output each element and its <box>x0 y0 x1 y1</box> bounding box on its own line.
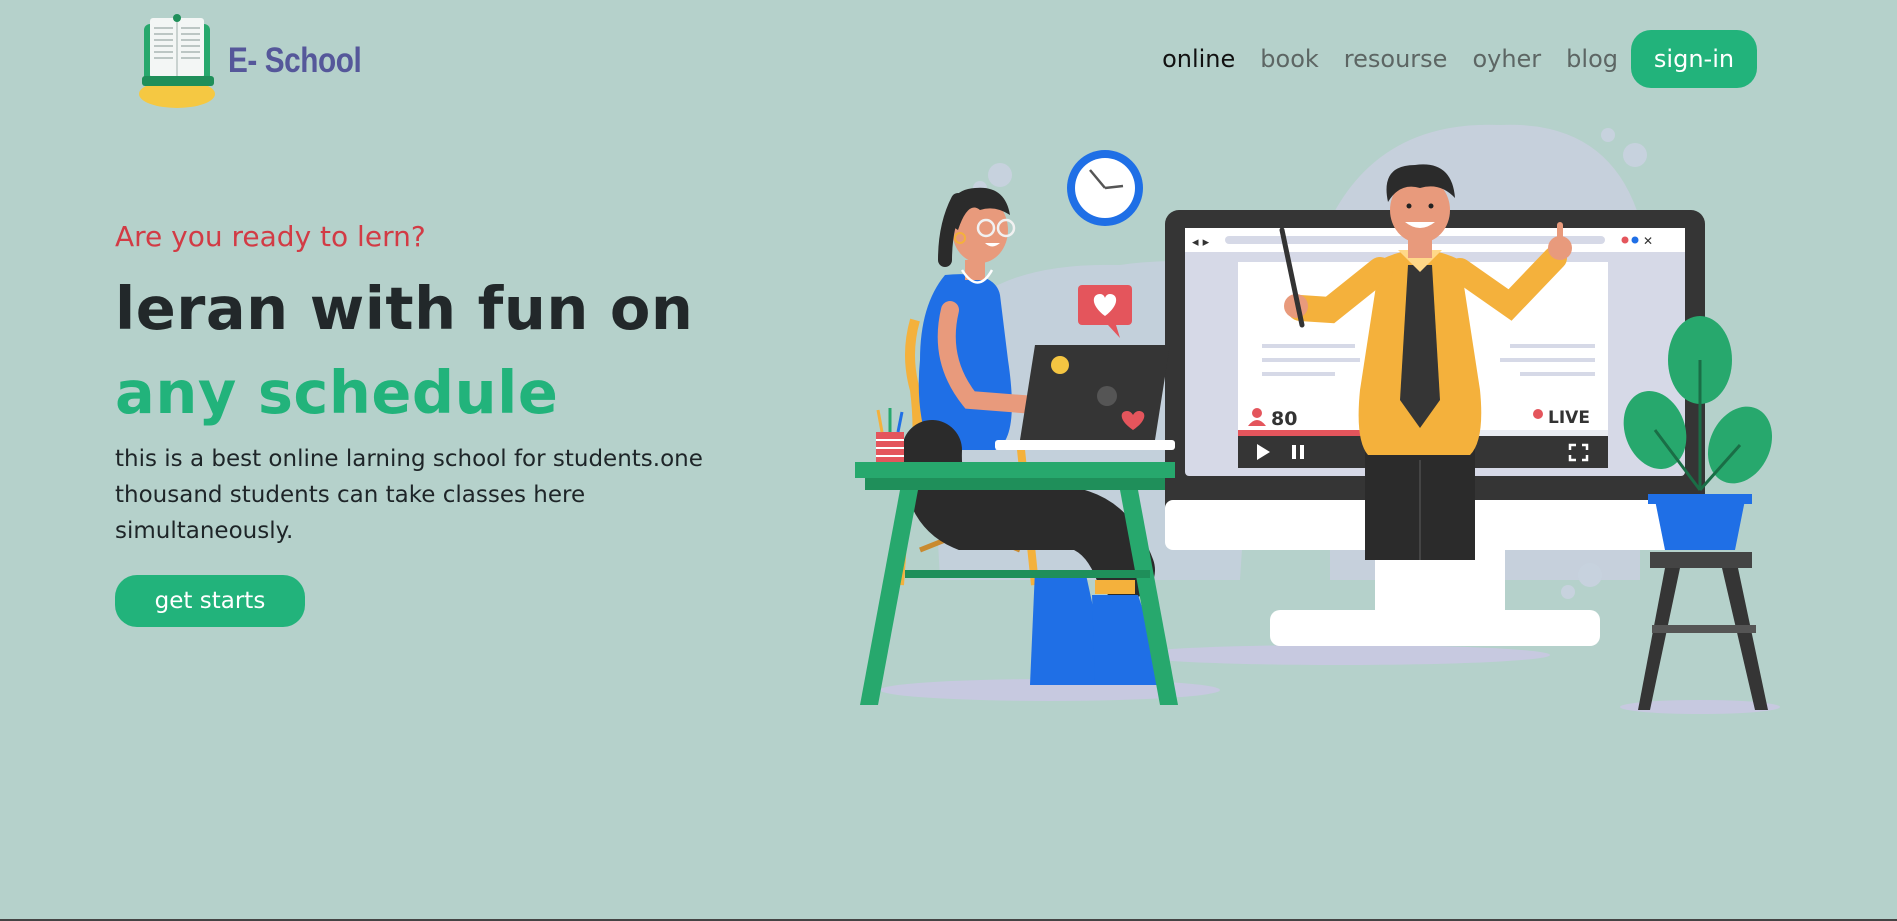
clock-icon <box>1067 150 1143 226</box>
hero-headline-line2: any schedule <box>115 358 559 427</box>
nav-link-resourse[interactable]: resourse <box>1344 45 1448 73</box>
live-label: LIVE <box>1548 408 1590 428</box>
pause-icon <box>1292 445 1296 459</box>
svg-text:✕: ✕ <box>1643 234 1653 248</box>
pencil-cup-icon <box>876 408 904 462</box>
logo-text: E- School <box>228 41 362 80</box>
bubble <box>1578 563 1602 587</box>
hero-headline-line1: leran with fun on <box>115 274 694 343</box>
navbar: E- School online book resourse oyher blo… <box>0 0 1897 120</box>
main-nav: online book resourse oyher blog sign-in <box>1162 30 1757 88</box>
hero-description: this is a best online larning school for… <box>115 446 703 544</box>
svg-text:◂ ▸: ◂ ▸ <box>1192 235 1210 250</box>
logo[interactable]: E- School <box>138 14 385 108</box>
hero-tagline: Are you ready to lern? <box>115 220 426 253</box>
book-logo-icon <box>139 14 215 108</box>
viewer-count: 80 <box>1271 408 1297 430</box>
bubble <box>1623 143 1647 167</box>
bubble <box>988 163 1012 187</box>
nav-link-blog[interactable]: blog <box>1566 45 1618 73</box>
nav-link-online[interactable]: online <box>1162 45 1235 73</box>
bubble <box>1601 128 1615 142</box>
floor-shadow-center <box>1130 645 1550 665</box>
get-started-button[interactable]: get starts <box>115 575 305 627</box>
hero-section: Are you ready to lern? leran with fun on… <box>115 220 765 627</box>
bubble <box>1561 585 1575 599</box>
sign-in-button[interactable]: sign-in <box>1631 30 1757 88</box>
nav-link-book[interactable]: book <box>1260 45 1319 73</box>
nav-link-oyher[interactable]: oyher <box>1472 45 1541 73</box>
online-class-illustration: ◂ ▸ ✕ 80 LIVE <box>855 124 1780 714</box>
